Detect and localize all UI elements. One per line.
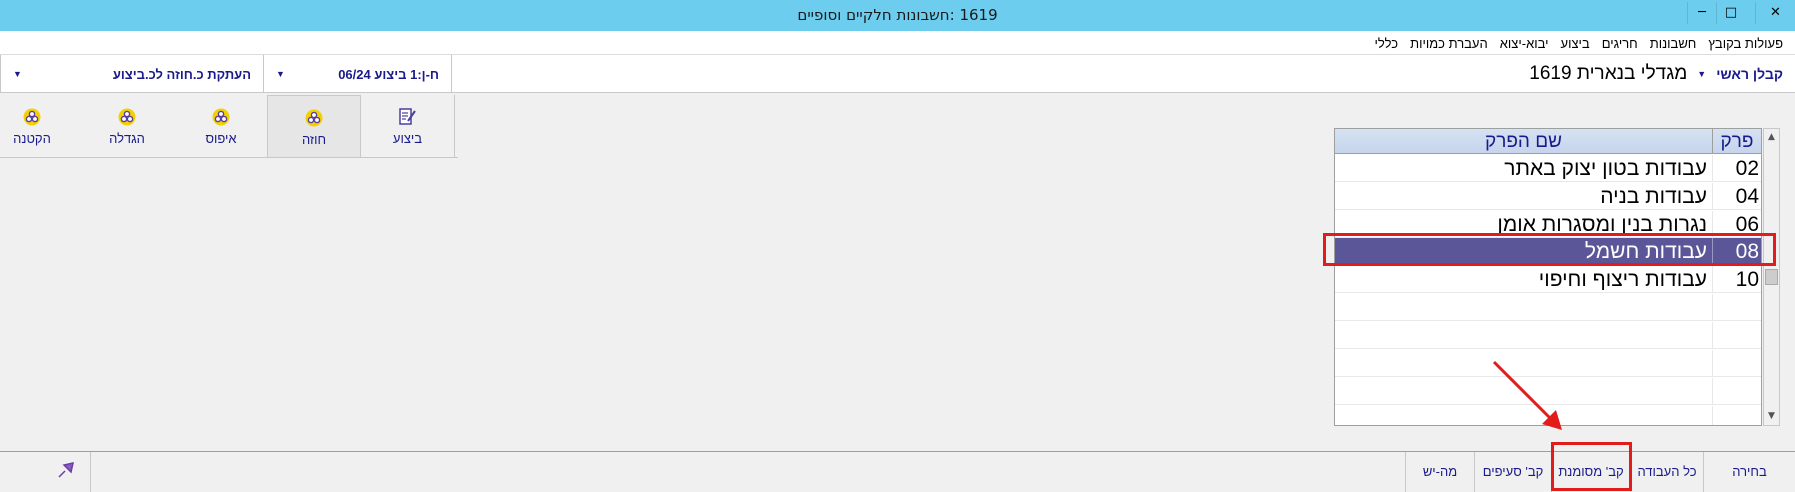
tool-contract-button[interactable]: חוזה: [267, 95, 361, 158]
sections-group-button[interactable]: קב' סעיפים: [1474, 452, 1551, 492]
circles-icon: [305, 109, 323, 127]
window-title: 1619 :חשבונות חלקיים וסופיים: [797, 6, 998, 24]
copy-contract-selector[interactable]: העתקת כ.חוזה לכ.ביצוע ▼: [0, 55, 263, 93]
tool-increase-button[interactable]: הגדלה: [80, 95, 174, 158]
vertical-scrollbar[interactable]: ▲ ▼: [1763, 128, 1780, 426]
scroll-up-icon[interactable]: ▲: [1764, 129, 1779, 146]
tool-reset-label: איפוס: [205, 131, 237, 146]
table-row[interactable]: 10 עבודות ריצוף וחיפוי: [1335, 266, 1761, 293]
scroll-thumb[interactable]: [1765, 269, 1778, 285]
minimize-button[interactable]: ─: [1687, 2, 1716, 24]
project-name: מגדלי בנארית 1619: [1529, 63, 1688, 84]
chevron-down-icon[interactable]: ▼: [1697, 69, 1706, 79]
tool-contract-label: חוזה: [301, 132, 327, 147]
table-row[interactable]: 04 עבודות בניה: [1335, 183, 1761, 210]
tool-reset-button[interactable]: איפוס: [174, 95, 268, 158]
menu-exceptions[interactable]: חריגים: [1602, 36, 1638, 51]
copy-contract-label: העתקת כ.חוזה לכ.ביצוע: [112, 66, 251, 82]
chevron-down-icon[interactable]: ▼: [13, 69, 22, 79]
highlight-box: [1551, 442, 1632, 491]
menu-accounts[interactable]: חשבונות: [1650, 36, 1697, 51]
circles-icon: [118, 108, 136, 126]
menu-general[interactable]: כללי: [1375, 36, 1399, 51]
bottom-bar: בחירה כל העבודה קב' מסומנת קב' סעיפים מה…: [0, 451, 1795, 492]
chapter-code: 04: [1712, 183, 1761, 210]
red-arrow-icon: [1492, 360, 1562, 430]
empty-row[interactable]: [1335, 322, 1761, 349]
bottom-bar-spacer: [90, 452, 1405, 492]
maximize-button[interactable]: □: [1716, 2, 1745, 24]
grid-header: פרק שם הפרק: [1335, 129, 1761, 154]
highlight-box: [1323, 233, 1776, 266]
selector-row: קבלן ראשי ▼ מגדלי בנארית 1619 ח-ן:1 ביצו…: [0, 55, 1795, 93]
chapter-code: 02: [1712, 155, 1761, 182]
edit-document-icon: [398, 108, 416, 125]
chevron-down-icon[interactable]: ▼: [276, 69, 285, 79]
chapter-code: 10: [1712, 266, 1761, 293]
table-row[interactable]: 02 עבודות בטון יצוק באתר: [1335, 155, 1761, 182]
select-button[interactable]: בחירה: [1703, 452, 1795, 492]
chapter-name: עבודות בניה: [1600, 185, 1707, 208]
all-work-button[interactable]: כל העבודה: [1630, 452, 1703, 492]
project-selector[interactable]: קבלן ראשי ▼ מגדלי בנארית 1619: [451, 55, 1795, 93]
menu-import-export[interactable]: יבוא-יצוא: [1500, 36, 1549, 51]
menu-transfer-quantities[interactable]: העברת כמויות: [1410, 36, 1488, 51]
tool-decrease-button[interactable]: הקטנה: [0, 95, 79, 158]
phase-label: ח-ן:1 ביצוע 06/24: [338, 66, 439, 82]
contractor-label: קבלן ראשי: [1716, 66, 1783, 82]
circles-icon: [23, 108, 41, 126]
header-chapter-name[interactable]: שם הפרק: [1335, 129, 1712, 154]
menu-bar: פעולות בקובץ חשבונות חריגים ביצוע יבוא-י…: [0, 31, 1795, 55]
tool-execution-button[interactable]: ביצוע: [361, 95, 455, 158]
toolbar-divider: [0, 157, 458, 158]
chapter-name: עבודות בטון יצוק באתר: [1504, 157, 1707, 180]
tool-increase-label: הגדלה: [109, 131, 145, 146]
pin-icon[interactable]: [55, 459, 77, 481]
close-button[interactable]: ✕: [1755, 2, 1795, 24]
circles-icon: [212, 108, 230, 126]
what-exists-button[interactable]: מה-יש: [1405, 452, 1474, 492]
menu-file-actions[interactable]: פעולות בקובץ: [1708, 36, 1783, 51]
tool-decrease-label: הקטנה: [13, 131, 51, 146]
chapter-name: עבודות ריצוף וחיפוי: [1538, 268, 1707, 291]
tool-execution-label: ביצוע: [392, 131, 423, 146]
phase-selector[interactable]: ח-ן:1 ביצוע 06/24 ▼: [263, 55, 451, 93]
menu-items: פעולות בקובץ חשבונות חריגים ביצוע יבוא-י…: [1375, 31, 1783, 55]
empty-row[interactable]: [1335, 294, 1761, 321]
header-chapter-code[interactable]: פרק: [1712, 129, 1761, 154]
scroll-down-icon[interactable]: ▼: [1764, 408, 1779, 425]
menu-execution[interactable]: ביצוע: [1561, 36, 1590, 51]
